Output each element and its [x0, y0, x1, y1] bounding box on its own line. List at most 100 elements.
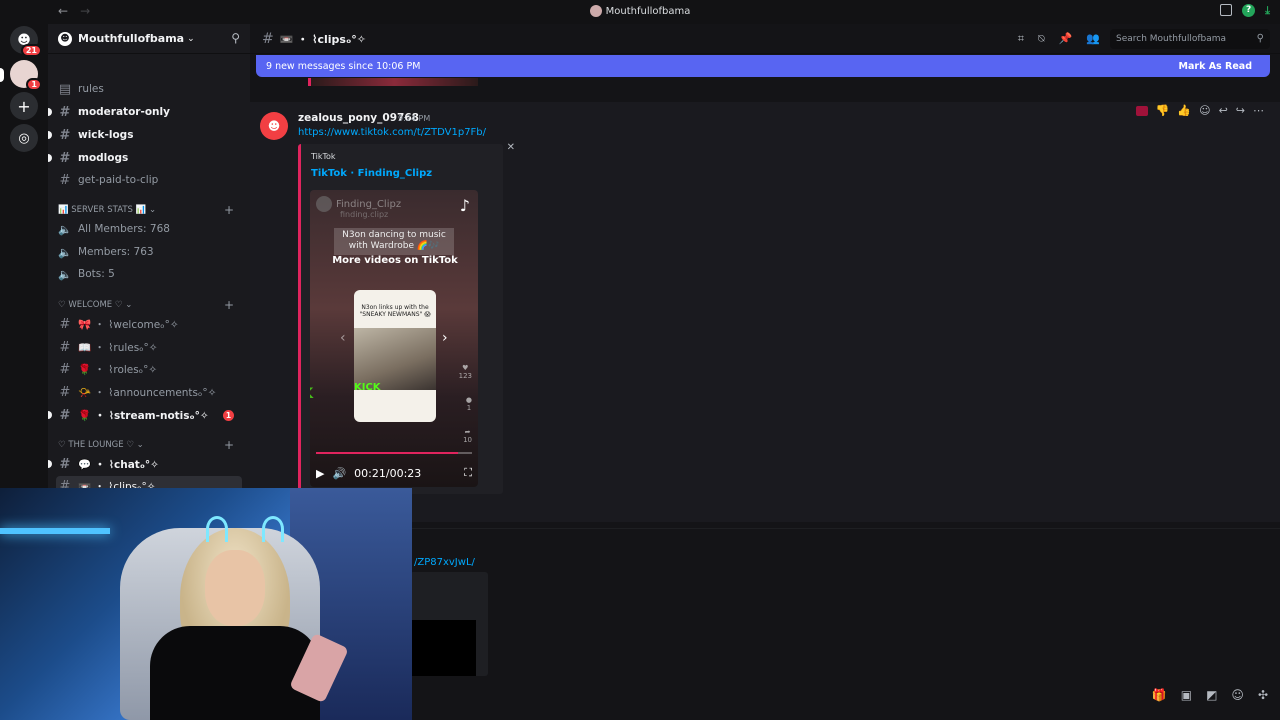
- message-actions: 👎 👍 ☺ ↩ ↪ ⋯: [1135, 104, 1264, 117]
- hash-icon: #: [59, 361, 71, 377]
- rules-icon: ▤: [58, 81, 72, 97]
- threads-icon[interactable]: ⌗: [1018, 32, 1024, 46]
- channel-roles[interactable]: # 🌹 ・ ⌇rolesₒ°✧: [56, 359, 242, 379]
- add-user-icon[interactable]: ⚲: [231, 31, 240, 45]
- webcam-overlay: [0, 488, 412, 720]
- video-caption: N3on dancing to music with Wardrobe 🌈🎶: [334, 228, 454, 255]
- more-icon[interactable]: ⋯: [1253, 104, 1264, 117]
- message-2-link[interactable]: /ZP87xvJwL/: [414, 557, 475, 568]
- search-icon: ⚲: [1256, 33, 1264, 44]
- megaphone-icon: #: [59, 384, 71, 400]
- chevron-left-icon[interactable]: ‹: [340, 330, 346, 346]
- composer-actions: 🎁 ▣ ◩ ☺ ✣: [1152, 688, 1268, 702]
- category-server-stats[interactable]: 📊 SERVER STATS 📊 ⌄ +: [58, 203, 240, 217]
- kick-logo-background: KICK: [310, 386, 313, 402]
- forward-icon[interactable]: ↪: [1236, 104, 1245, 117]
- guild-avatar-icon: [589, 5, 602, 17]
- led-strip: [0, 528, 110, 534]
- member-list-icon[interactable]: 👥: [1086, 32, 1100, 46]
- search-input[interactable]: Search Mouthfullofbama ⚲: [1110, 29, 1270, 49]
- category-the-lounge[interactable]: ♡ THE LOUNGE ♡ ⌄ +: [58, 438, 240, 452]
- plus-icon[interactable]: +: [224, 298, 234, 312]
- progress-fill: [316, 452, 459, 454]
- play-icon[interactable]: ▶: [316, 467, 324, 480]
- channel-chat[interactable]: # 💬 ・ ⌇chatₒ°✧: [48, 454, 242, 474]
- channel-sidebar: ☻ Mouthfullofbama ⌄ ⚲ ▤ rules # moderator-…: [48, 24, 250, 496]
- speaker-icon: 🔈: [58, 245, 72, 259]
- video-progress-bar[interactable]: [316, 452, 472, 454]
- cat-ear-left: [206, 516, 228, 542]
- window-title: Mouthfullofbama: [0, 5, 1280, 17]
- more-videos-text: More videos on TikTok: [332, 255, 458, 266]
- gift-icon[interactable]: 🎁: [1152, 688, 1167, 702]
- inbox-icon[interactable]: [1220, 4, 1233, 16]
- mention-badge: 1: [223, 409, 234, 421]
- server-icon-mouthfullofbama[interactable]: 1: [10, 60, 42, 91]
- speaker-icon: 🔈: [58, 222, 72, 236]
- avatar[interactable]: ☻: [260, 112, 288, 140]
- video-controls: ▶ 🔊 00:21/00:23 ⛶: [310, 462, 478, 484]
- add-reaction-icon[interactable]: ☺: [1199, 104, 1210, 117]
- channel-modlogs[interactable]: # modlogs: [48, 148, 242, 168]
- home-button[interactable]: ☻ 21: [10, 26, 42, 57]
- gif-icon[interactable]: ▣: [1181, 688, 1192, 702]
- add-server-button[interactable]: +: [10, 92, 38, 120]
- speaker-icon: 🔈: [58, 267, 72, 281]
- like-count: ♥ 123: [458, 364, 472, 380]
- message-link[interactable]: https://www.tiktok.com/t/ZTDV1p7Fb/: [298, 127, 486, 138]
- suggested-video-thumb[interactable]: N3on links up with the "SNEAKY NEWMANS" …: [354, 290, 436, 422]
- hash-icon: #: [59, 407, 71, 423]
- guild-name: Mouthfullofbama: [78, 32, 185, 45]
- channel-stream-notis[interactable]: # 🌹 ・ ⌇stream-notisₒ°✧ 1: [48, 405, 242, 425]
- new-messages-text: 9 new messages since 10:06 PM: [266, 60, 421, 72]
- channel-all-members[interactable]: 🔈 All Members: 768: [56, 219, 242, 239]
- thumb-image: [354, 328, 436, 390]
- compass-icon: ◎: [18, 130, 30, 146]
- message-2-video[interactable]: [410, 620, 476, 676]
- close-icon[interactable]: ✕: [507, 142, 515, 153]
- guild-header[interactable]: ☻ Mouthfullofbama ⌄ ⚲: [48, 24, 250, 54]
- video-time: 00:21/00:23: [354, 466, 422, 480]
- video-player[interactable]: Finding_Clipz finding.clipz ♪ N3on danci…: [310, 190, 478, 487]
- channel-members[interactable]: 🔈 Members: 763: [56, 242, 242, 262]
- fullscreen-icon[interactable]: ⛶: [464, 466, 472, 480]
- hash-icon: #: [59, 104, 71, 120]
- new-messages-bar[interactable]: 9 new messages since 10:06 PM Mark As Re…: [256, 55, 1270, 77]
- streamer-face: [205, 550, 265, 626]
- hash-icon: #: [59, 339, 71, 355]
- category-welcome[interactable]: ♡ WELCOME ♡ ⌄ +: [58, 298, 240, 312]
- volume-icon[interactable]: 🔊: [332, 467, 346, 480]
- download-icon[interactable]: ⤓: [1265, 4, 1270, 18]
- plus-icon: +: [17, 96, 31, 116]
- mark-as-read-button[interactable]: Mark As Read: [1179, 61, 1252, 72]
- pin-icon[interactable]: 📌: [1059, 32, 1073, 46]
- emoji-icon[interactable]: ☺: [1231, 688, 1244, 702]
- tiktok-logo-icon: ♪: [459, 196, 470, 215]
- channel-name: 📼 ・ ⌇clipsₒ°✧: [279, 32, 367, 46]
- thumbs-down-icon[interactable]: 👎: [1156, 104, 1170, 117]
- channel-bots[interactable]: 🔈 Bots: 5: [56, 264, 242, 284]
- channel-rules-2[interactable]: # 📖 ・ ⌇rulesₒ°✧: [56, 337, 242, 357]
- mute-bell-icon[interactable]: ⍉: [1038, 32, 1045, 46]
- channel-rules[interactable]: ▤ rules: [56, 79, 242, 99]
- channel-wick-logs[interactable]: # wick-logs: [48, 125, 242, 145]
- channel-moderator-only[interactable]: # moderator-only: [48, 102, 242, 122]
- plus-icon[interactable]: +: [224, 438, 234, 452]
- sticker-icon[interactable]: ◩: [1206, 688, 1217, 702]
- reply-icon[interactable]: ↩: [1219, 104, 1228, 117]
- thumbs-up-icon[interactable]: 👍: [1177, 104, 1191, 117]
- embed-provider: TikTok: [311, 152, 336, 161]
- embed-title[interactable]: TikTok · Finding_Clipz: [311, 168, 432, 179]
- discover-button[interactable]: ◎: [10, 124, 38, 152]
- author-avatar: [316, 196, 332, 212]
- help-icon[interactable]: ?: [1242, 4, 1256, 17]
- channel-get-paid-to-clip[interactable]: # get-paid-to-clip: [56, 170, 242, 190]
- reaction-icon[interactable]: [1135, 105, 1148, 116]
- channel-announcements[interactable]: # 📯 ・ ⌇announcementsₒ°✧: [56, 382, 242, 402]
- chevron-right-icon[interactable]: ›: [442, 330, 448, 346]
- channel-welcome[interactable]: # 🎀 ・ ⌇welcomeₒ°✧: [56, 314, 242, 334]
- apps-icon[interactable]: ✣: [1258, 688, 1268, 702]
- chevron-down-icon: ⌄: [187, 33, 195, 44]
- hash-icon: #: [262, 30, 274, 47]
- plus-icon[interactable]: +: [224, 203, 234, 217]
